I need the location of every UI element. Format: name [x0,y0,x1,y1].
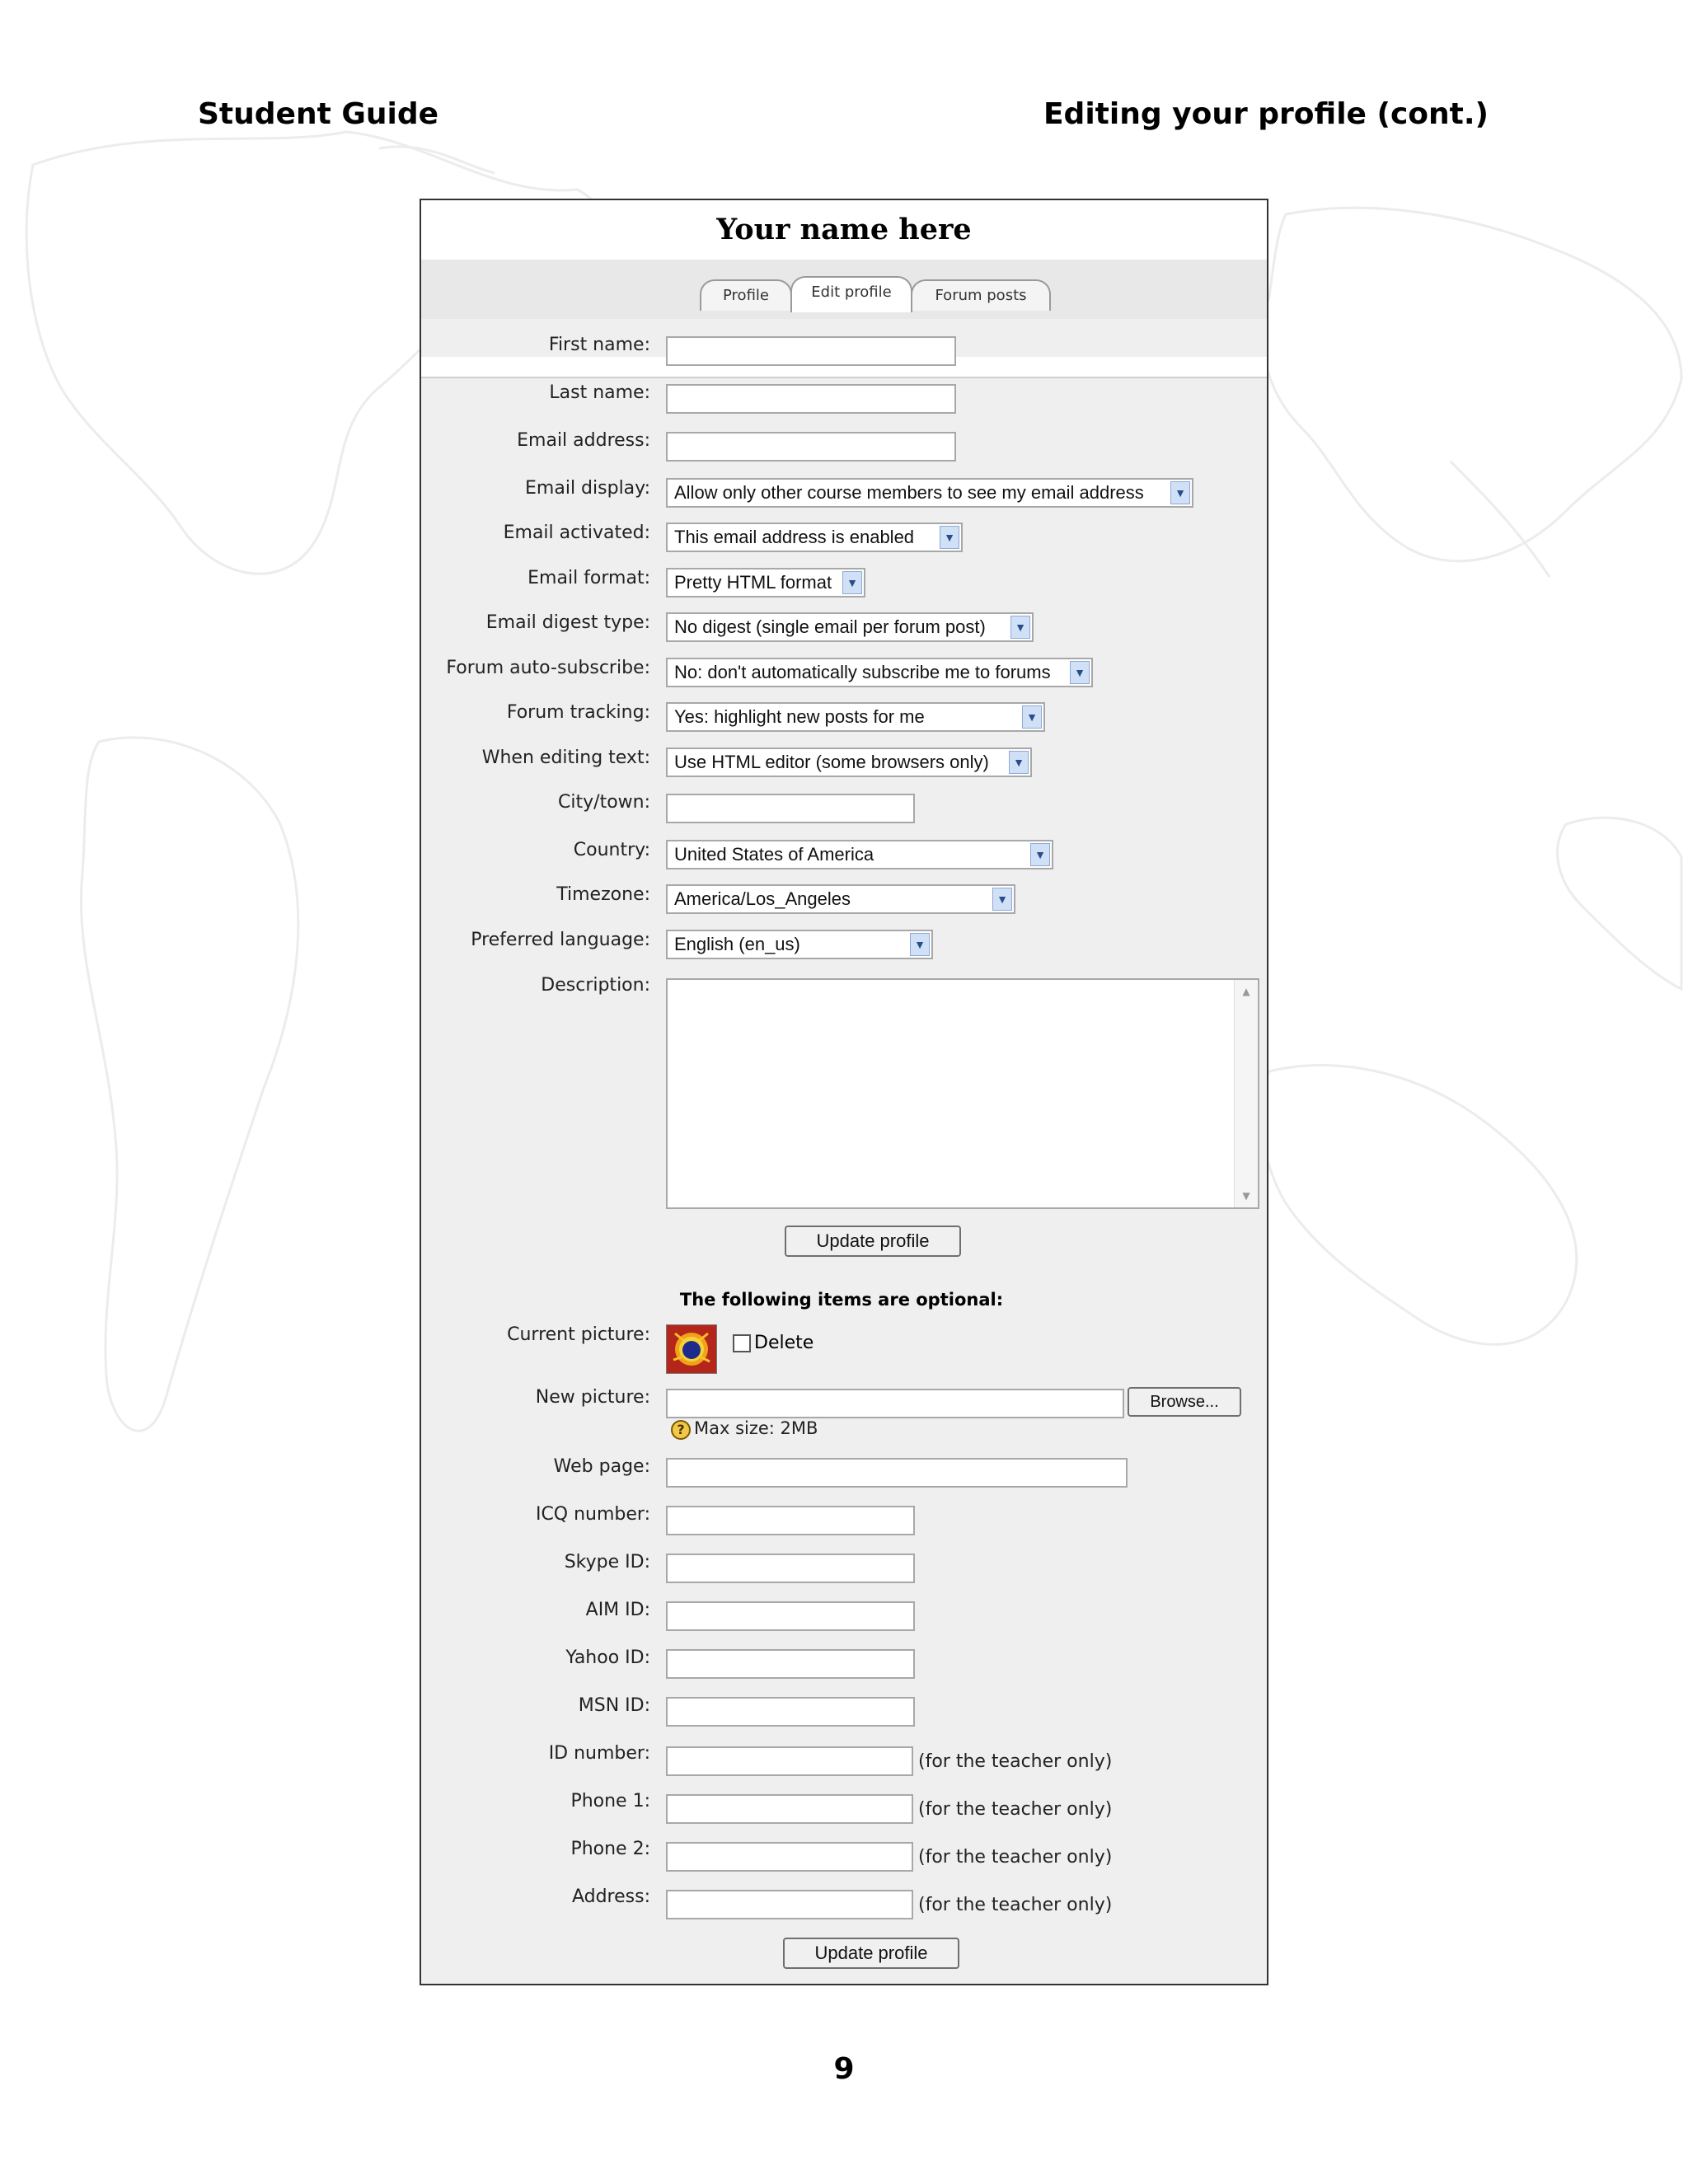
description-textarea[interactable]: ▲ ▼ [666,978,1259,1209]
preferred-language-label: Preferred language: [471,930,650,950]
id-number-label: ID number: [548,1743,650,1764]
email-format-select[interactable]: Pretty HTML format ▼ [666,568,865,598]
forum-auto-subscribe-value: No: don't automatically subscribe me to … [674,662,1051,682]
address-field[interactable] [666,1890,913,1919]
aim-id-field[interactable] [666,1601,915,1631]
tab-profile[interactable]: Profile [700,279,792,311]
user-picture-icon [666,1324,717,1374]
timezone-value: America/Los_Angeles [674,888,851,909]
when-editing-text-label: When editing text: [481,748,650,768]
update-profile-button-bottom[interactable]: Update profile [783,1938,959,1969]
delete-picture-checkbox[interactable] [733,1334,751,1352]
id-number-note: (for the teacher only) [918,1751,1113,1772]
profile-screenshot-frame: Your name here Profile Edit profile Foru… [420,199,1268,1985]
forum-auto-subscribe-label: Forum auto-subscribe: [446,658,650,678]
timezone-select[interactable]: America/Los_Angeles ▼ [666,884,1015,914]
forum-tracking-select[interactable]: Yes: highlight new posts for me ▼ [666,702,1045,732]
timezone-label: Timezone: [556,884,650,905]
country-label: Country: [573,840,650,860]
update-profile-button-top[interactable]: Update profile [785,1226,961,1257]
email-format-value: Pretty HTML format [674,572,832,593]
country-select[interactable]: United States of America ▼ [666,840,1053,869]
skype-id-label: Skype ID: [564,1552,650,1572]
address-label: Address: [571,1886,650,1907]
profile-name-title: Your name here [421,200,1267,260]
last-name-label: Last name: [549,382,650,403]
phone-2-note: (for the teacher only) [918,1847,1113,1868]
phone-2-field[interactable] [666,1842,913,1872]
description-scrollbar[interactable]: ▲ ▼ [1234,980,1258,1207]
email-digest-type-select[interactable]: No digest (single email per forum post) … [666,612,1034,642]
last-name-field[interactable] [666,384,956,414]
delete-picture-label: Delete [754,1333,814,1353]
aim-id-label: AIM ID: [585,1600,650,1620]
tab-edit-profile[interactable]: Edit profile [790,276,912,312]
msn-id-field[interactable] [666,1697,915,1727]
new-picture-file-field[interactable] [666,1389,1124,1418]
yahoo-id-field[interactable] [666,1649,915,1679]
chevron-down-icon: ▼ [1010,616,1030,639]
chevron-down-icon: ▼ [842,571,862,594]
city-town-field[interactable] [666,794,915,823]
preferred-language-value: English (en_us) [674,934,800,954]
tab-bar: Profile Edit profile Forum posts [421,260,1267,378]
forum-tracking-value: Yes: highlight new posts for me [674,706,925,727]
email-activated-label: Email activated: [503,523,650,543]
scroll-up-icon[interactable]: ▲ [1235,980,1258,1003]
header-left: Student Guide [198,97,439,131]
forum-tracking-label: Forum tracking: [506,702,650,723]
when-editing-text-value: Use HTML editor (some browsers only) [674,752,989,772]
current-picture-label: Current picture: [507,1324,650,1345]
address-note: (for the teacher only) [918,1895,1113,1915]
icq-number-label: ICQ number: [535,1504,650,1525]
email-address-field[interactable] [666,432,956,462]
email-activated-value: This email address is enabled [674,527,915,547]
chevron-down-icon: ▼ [1022,705,1042,729]
when-editing-text-select[interactable]: Use HTML editor (some browsers only) ▼ [666,748,1032,777]
help-icon[interactable]: ? [671,1420,691,1440]
skype-id-field[interactable] [666,1554,915,1583]
tab-forum-posts[interactable]: Forum posts [911,279,1051,311]
scroll-down-icon[interactable]: ▼ [1235,1184,1258,1207]
first-name-label: First name: [548,335,650,355]
phone-2-label: Phone 2: [570,1839,650,1859]
browse-button[interactable]: Browse... [1128,1387,1241,1417]
chevron-down-icon: ▼ [1009,751,1029,774]
web-page-label: Web page: [553,1456,650,1477]
first-name-field[interactable] [666,336,956,366]
optional-heading: The following items are optional: [679,1290,1004,1310]
chevron-down-icon: ▼ [1030,843,1050,866]
email-activated-select[interactable]: This email address is enabled ▼ [666,523,963,552]
email-address-label: Email address: [517,430,650,451]
header-right: Editing your profile (cont.) [1043,97,1489,131]
chevron-down-icon: ▼ [1170,481,1190,504]
max-size-text: Max size: 2MB [694,1418,818,1438]
email-display-select[interactable]: Allow only other course members to see m… [666,478,1193,508]
country-value: United States of America [674,844,874,865]
yahoo-id-label: Yahoo ID: [565,1647,650,1668]
forum-auto-subscribe-select[interactable]: No: don't automatically subscribe me to … [666,658,1093,687]
icq-number-field[interactable] [666,1506,915,1535]
email-digest-type-value: No digest (single email per forum post) [674,616,986,637]
chevron-down-icon: ▼ [910,933,930,956]
chevron-down-icon: ▼ [940,526,959,549]
msn-id-label: MSN ID: [578,1695,650,1716]
phone-1-note: (for the teacher only) [918,1799,1113,1820]
email-display-value: Allow only other course members to see m… [674,482,1144,503]
description-label: Description: [541,975,650,996]
web-page-field[interactable] [666,1458,1128,1488]
chevron-down-icon: ▼ [992,888,1012,911]
id-number-field[interactable] [666,1746,913,1776]
email-format-label: Email format: [528,568,650,588]
city-town-label: City/town: [558,792,650,813]
page-number: 9 [833,2052,855,2086]
email-display-label: Email display: [525,478,650,499]
preferred-language-select[interactable]: English (en_us) ▼ [666,930,933,959]
chevron-down-icon: ▼ [1070,661,1090,684]
phone-1-field[interactable] [666,1794,913,1824]
new-picture-label: New picture: [535,1387,650,1408]
phone-1-label: Phone 1: [570,1791,650,1811]
email-digest-type-label: Email digest type: [485,612,650,633]
